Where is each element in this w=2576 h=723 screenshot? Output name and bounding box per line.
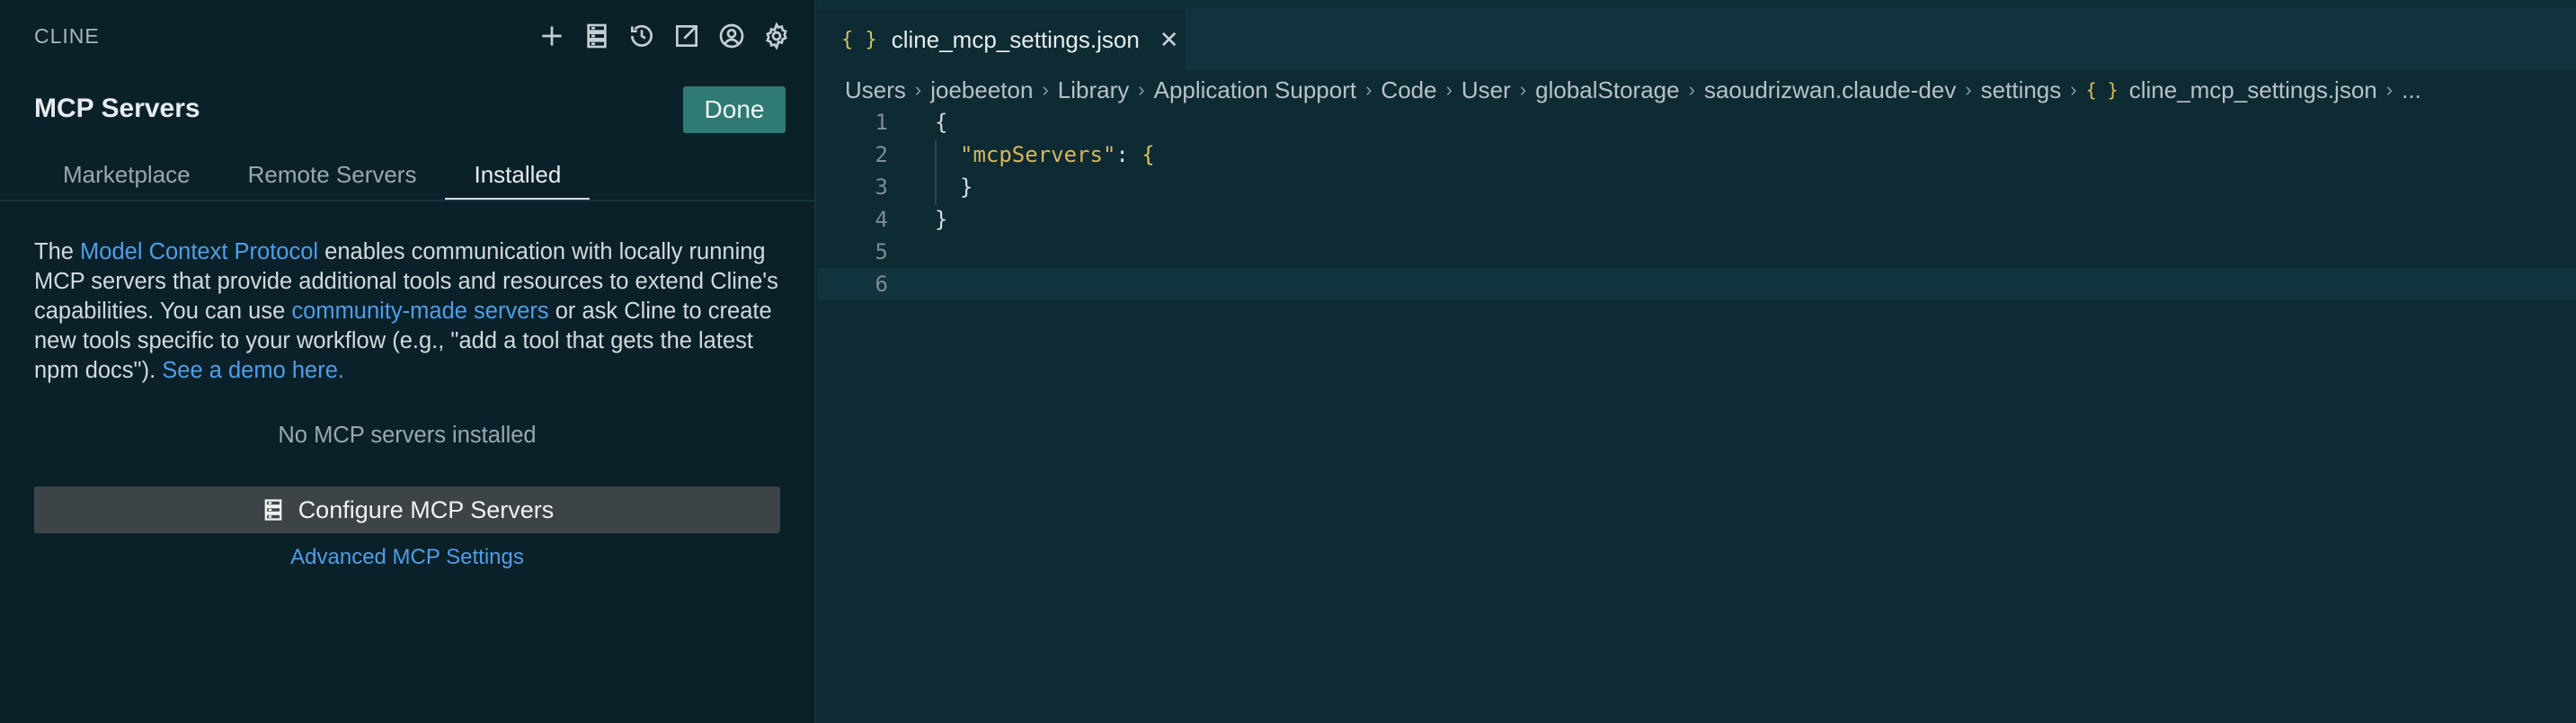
code-text: { — [935, 110, 948, 135]
chevron-right-icon: › — [1688, 78, 1695, 101]
advanced-mcp-settings-link[interactable]: Advanced MCP Settings — [34, 545, 780, 570]
editor-tab-cline-mcp-settings[interactable]: { } cline_mcp_settings.json ✕ — [818, 9, 1185, 70]
line-number: 6 — [875, 272, 888, 297]
tabbar-empty-area — [1185, 9, 2576, 70]
code-line: 2 "mcpServers": { — [818, 138, 2576, 171]
tab-remote-servers[interactable]: Remote Servers — [219, 153, 446, 201]
breadcrumb-item[interactable]: User — [1461, 76, 1511, 104]
breadcrumb-file[interactable]: cline_mcp_settings.json — [2129, 76, 2377, 104]
breadcrumb-item[interactable]: saoudrizwan.claude-dev — [1704, 76, 1956, 104]
breadcrumb-more[interactable]: ... — [2402, 76, 2421, 104]
code-text: } — [935, 207, 948, 232]
code-line: 3 } — [818, 171, 2576, 203]
breadcrumb-item[interactable]: joebeeton — [930, 76, 1033, 104]
breadcrumb-item[interactable]: settings — [1981, 76, 2062, 104]
code-area[interactable]: 1 { 2 "mcpServers": { 3 } 4 } 5 6 — [818, 106, 2576, 300]
chevron-right-icon: › — [1365, 78, 1372, 101]
json-file-icon: { } — [2085, 79, 2119, 101]
breadcrumb: Users › joebeeton › Library › Application S… — [845, 72, 2421, 108]
json-colon: : — [1115, 142, 1142, 167]
mcp-tabs: Marketplace Remote Servers Installed — [34, 153, 798, 201]
done-button[interactable]: Done — [683, 86, 786, 133]
configure-mcp-servers-button[interactable]: Configure MCP Servers — [34, 486, 780, 533]
sidebar-header: CLINE — [0, 0, 816, 74]
line-number: 5 — [875, 239, 888, 264]
app-title: CLINE — [34, 24, 100, 48]
tab-installed[interactable]: Installed — [445, 153, 591, 201]
editor-tab-label: cline_mcp_settings.json — [891, 25, 1140, 53]
tab-marketplace[interactable]: Marketplace — [34, 153, 219, 201]
line-number: 2 — [875, 142, 888, 167]
breadcrumb-item[interactable]: Users — [845, 76, 906, 104]
json-brace: { — [1141, 142, 1155, 167]
chevron-right-icon: › — [1445, 78, 1452, 101]
community-servers-link[interactable]: community-made servers — [291, 299, 548, 324]
editor-tabbar: { } cline_mcp_settings.json ✕ — [818, 0, 2576, 70]
code-line: 4 } — [818, 203, 2576, 236]
cline-sidebar: CLINE MCP Servers Done Marketplace Remot… — [0, 0, 816, 723]
account-icon[interactable] — [715, 18, 748, 54]
chevron-right-icon: › — [2385, 78, 2394, 101]
code-text: "mcpServers": { — [960, 138, 1155, 171]
chevron-right-icon: › — [1138, 78, 1145, 101]
page-title: MCP Servers — [34, 94, 200, 123]
breadcrumb-item[interactable]: globalStorage — [1535, 76, 1679, 104]
line-number: 1 — [875, 110, 888, 135]
history-icon[interactable] — [626, 18, 658, 54]
code-text: } — [960, 174, 973, 200]
chevron-right-icon: › — [1965, 78, 1972, 101]
line-number: 3 — [875, 174, 888, 200]
demo-link[interactable]: See a demo here. — [162, 358, 344, 383]
configure-button-label: Configure MCP Servers — [298, 495, 555, 523]
code-line-current: 6 — [818, 268, 2576, 300]
code-editor: { } cline_mcp_settings.json ✕ Users › joe… — [818, 0, 2576, 723]
chevron-right-icon: › — [2070, 78, 2077, 101]
server-icon[interactable] — [581, 18, 613, 54]
breadcrumb-item[interactable]: Code — [1381, 76, 1436, 104]
gear-icon[interactable] — [760, 18, 793, 54]
mcp-description: The Model Context Protocol enables commu… — [34, 237, 789, 386]
intro-text-1: The — [34, 239, 81, 264]
chevron-right-icon: › — [1519, 78, 1527, 101]
server-icon — [264, 499, 282, 521]
breadcrumb-item[interactable]: Application Support — [1154, 76, 1356, 104]
indent-guide — [935, 140, 937, 205]
sidebar-toolbar — [536, 18, 793, 54]
json-file-icon: { } — [841, 28, 877, 51]
empty-state-message: No MCP servers installed — [278, 423, 537, 448]
tabs-divider — [0, 200, 816, 201]
code-line: 1 { — [818, 106, 2576, 138]
model-context-protocol-link[interactable]: Model Context Protocol — [80, 239, 318, 264]
plus-icon[interactable] — [536, 18, 568, 54]
external-link-icon[interactable] — [671, 18, 703, 54]
chevron-right-icon: › — [914, 78, 922, 101]
close-icon[interactable]: ✕ — [1159, 26, 1179, 54]
chevron-right-icon: › — [1042, 78, 1049, 101]
json-key: "mcpServers" — [960, 142, 1116, 167]
line-number: 4 — [875, 207, 888, 232]
breadcrumb-item[interactable]: Library — [1058, 76, 1129, 104]
code-line: 5 — [818, 236, 2576, 268]
